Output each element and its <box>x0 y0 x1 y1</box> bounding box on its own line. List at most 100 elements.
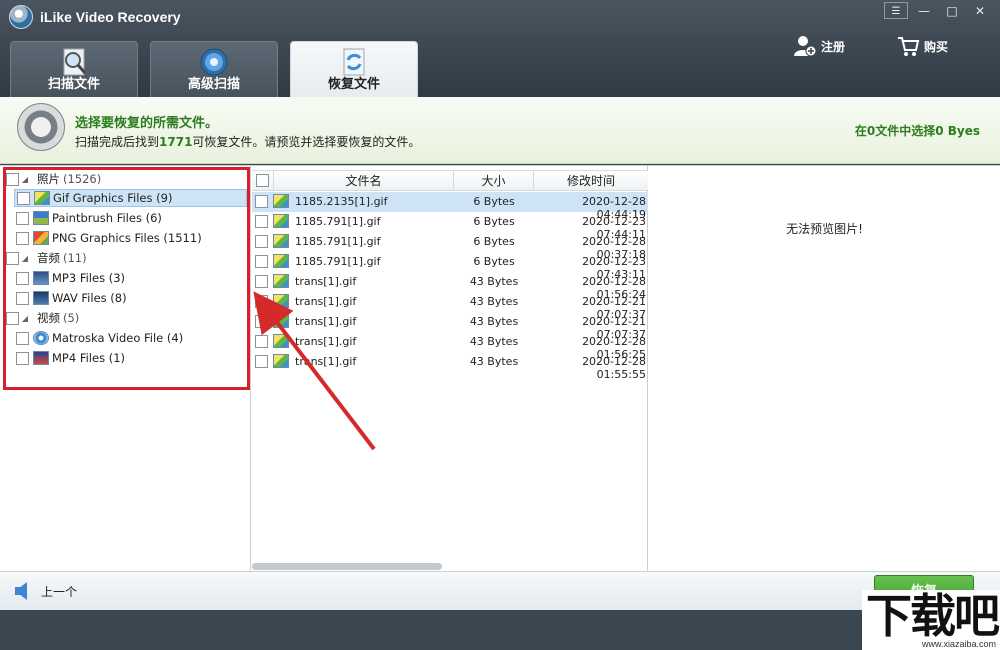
file-name-cell: trans[1].gif <box>295 355 357 368</box>
tab-scan-files[interactable]: 扫描文件 <box>10 41 138 97</box>
category-tree: ◢ 照片 (1526) Gif Graphics Files (9) Paint… <box>0 166 251 572</box>
file-size-cell: 43 Bytes <box>469 335 519 348</box>
info-banner: 选择要恢复的所需文件。 扫描完成后找到1771可恢复文件。请预览并选择要恢复的文… <box>0 97 1000 164</box>
watermark: 下载吧 www.xiazaiba.com <box>862 590 1000 650</box>
column-header-name[interactable]: 文件名 <box>274 171 454 191</box>
buy-label: 购买 <box>924 39 949 54</box>
checkbox[interactable] <box>6 251 19 265</box>
tree-item-png[interactable]: PNG Graphics Files (1511) <box>14 229 202 247</box>
file-name-cell: 1185.791[1].gif <box>295 255 381 268</box>
tab-recover-files[interactable]: 恢复文件 <box>290 41 418 97</box>
table-row[interactable]: 1185.791[1].gif 6 Bytes 2020-12-28 00:37:1… <box>252 232 648 261</box>
expand-triangle-icon[interactable]: ◢ <box>19 314 31 323</box>
select-all-checkbox[interactable] <box>256 174 269 187</box>
category-count: (1526) <box>63 172 102 186</box>
file-name-cell: trans[1].gif <box>295 275 357 288</box>
row-checkbox[interactable] <box>255 315 268 328</box>
checkbox[interactable] <box>16 271 29 285</box>
row-checkbox[interactable] <box>255 355 268 368</box>
column-header-size[interactable]: 大小 <box>454 171 534 191</box>
checkbox[interactable] <box>16 331 29 345</box>
file-name-cell: 1185.2135[1].gif <box>295 195 388 208</box>
tree-item-mp4[interactable]: MP4 Files (1) <box>14 349 125 367</box>
gif-file-icon <box>273 214 289 228</box>
file-size-cell: 6 Bytes <box>473 195 515 208</box>
banner-subtitle: 扫描完成后找到1771可恢复文件。请预览并选择要恢复的文件。 <box>75 133 420 150</box>
title-bar: iLike Video Recovery ☰ — □ ✕ 扫描文件 高级扫描 恢… <box>0 0 1000 97</box>
file-name-cell: trans[1].gif <box>295 335 357 348</box>
back-arrow-icon <box>15 582 27 600</box>
checkbox[interactable] <box>17 191 30 205</box>
gif-file-icon <box>273 334 289 348</box>
table-row[interactable]: trans[1].gif 43 Bytes 2020-12-28 01:56:24 <box>252 272 648 301</box>
checkbox[interactable] <box>6 172 19 186</box>
gif-file-icon <box>273 234 289 248</box>
table-row[interactable]: 1185.2135[1].gif 6 Bytes 2020-12-28 04:44:… <box>252 192 648 221</box>
gif-file-icon <box>273 274 289 288</box>
table-row[interactable]: 1185.791[1].gif 6 Bytes 2020-12-23 07:44:1… <box>252 212 648 241</box>
close-icon[interactable]: ✕ <box>968 2 992 19</box>
buy-button[interactable]: 购买 <box>896 34 948 58</box>
tab-label: 高级扫描 <box>187 77 240 92</box>
bottom-bar: 上一个 恢复 <box>0 571 1000 610</box>
table-row[interactable]: trans[1].gif 43 Bytes 2020-12-28 01:56:25 <box>252 332 648 361</box>
checkbox[interactable] <box>16 231 29 245</box>
file-name-cell: 1185.791[1].gif <box>295 235 381 248</box>
tree-item-label: PNG Graphics Files (1511) <box>52 231 202 245</box>
table-row[interactable]: trans[1].gif 43 Bytes 2020-12-28 01:55:55 <box>252 352 648 381</box>
file-size-cell: 43 Bytes <box>469 355 519 368</box>
tree-item-wav[interactable]: WAV Files (8) <box>14 289 127 307</box>
tree-item-label: MP4 Files (1) <box>52 351 126 365</box>
row-checkbox[interactable] <box>255 215 268 228</box>
file-name-cell: 1185.791[1].gif <box>295 215 381 228</box>
checkbox[interactable] <box>16 351 29 365</box>
checkbox[interactable] <box>6 311 19 325</box>
tree-item-paintbrush[interactable]: Paintbrush Files (6) <box>14 209 162 227</box>
expand-triangle-icon[interactable]: ◢ <box>19 175 31 184</box>
gif-file-icon <box>273 354 289 368</box>
gif-file-icon <box>273 294 289 308</box>
checkbox[interactable] <box>16 291 29 305</box>
register-button[interactable]: 注册 <box>793 34 845 58</box>
app-title: iLike Video Recovery <box>40 9 181 25</box>
tab-label: 恢复文件 <box>327 77 380 92</box>
tree-category-photos[interactable]: ◢ 照片 (1526) <box>6 170 101 188</box>
mp3-file-icon <box>33 271 49 285</box>
row-checkbox[interactable] <box>255 235 268 248</box>
minimize-icon[interactable]: — <box>912 2 936 19</box>
file-size-cell: 43 Bytes <box>469 315 519 328</box>
back-button[interactable]: 上一个 <box>15 582 77 600</box>
file-list-header: 文件名 大小 修改时间 <box>252 170 648 191</box>
tree-item-mp3[interactable]: MP3 Files (3) <box>14 269 125 287</box>
row-checkbox[interactable] <box>255 335 268 348</box>
table-row[interactable]: trans[1].gif 43 Bytes 2020-12-21 07:07:37 <box>252 312 648 341</box>
tree-item-label: Paintbrush Files (6) <box>52 211 162 225</box>
menu-icon[interactable]: ☰ <box>884 2 908 19</box>
file-name-cell: trans[1].gif <box>295 295 357 308</box>
banner-sub-prefix: 扫描完成后找到 <box>75 135 160 149</box>
app-logo-icon <box>9 5 33 29</box>
selection-summary: 在0文件中选择0 Byes <box>854 124 980 138</box>
table-row[interactable]: 1185.791[1].gif 6 Bytes 2020-12-23 07:43:1… <box>252 252 648 281</box>
add-user-icon <box>794 36 817 57</box>
banner-sub-suffix: 可恢复文件。请预览并选择要恢复的文件。 <box>192 135 421 149</box>
tree-item-mkv[interactable]: Matroska Video File (4) <box>14 329 183 347</box>
row-checkbox[interactable] <box>255 195 268 208</box>
matroska-file-icon <box>33 331 49 345</box>
tab-advanced-scan[interactable]: 高级扫描 <box>150 41 278 97</box>
horizontal-scrollbar[interactable] <box>252 563 442 570</box>
maximize-icon[interactable]: □ <box>940 2 964 19</box>
tree-category-video[interactable]: ◢ 视频 (5) <box>6 309 79 327</box>
table-row[interactable]: trans[1].gif 43 Bytes 2020-12-21 07:07:37 <box>252 292 648 321</box>
column-header-time[interactable]: 修改时间 <box>534 171 648 191</box>
disc-recover-icon <box>17 103 65 151</box>
checkbox[interactable] <box>16 211 29 225</box>
row-checkbox[interactable] <box>255 275 268 288</box>
tree-item-gif[interactable]: Gif Graphics Files (9) <box>14 189 247 207</box>
gif-file-icon <box>273 254 289 268</box>
back-label: 上一个 <box>41 584 78 599</box>
row-checkbox[interactable] <box>255 295 268 308</box>
expand-triangle-icon[interactable]: ◢ <box>19 254 31 263</box>
row-checkbox[interactable] <box>255 255 268 268</box>
tree-category-audio[interactable]: ◢ 音频 (11) <box>6 249 87 267</box>
